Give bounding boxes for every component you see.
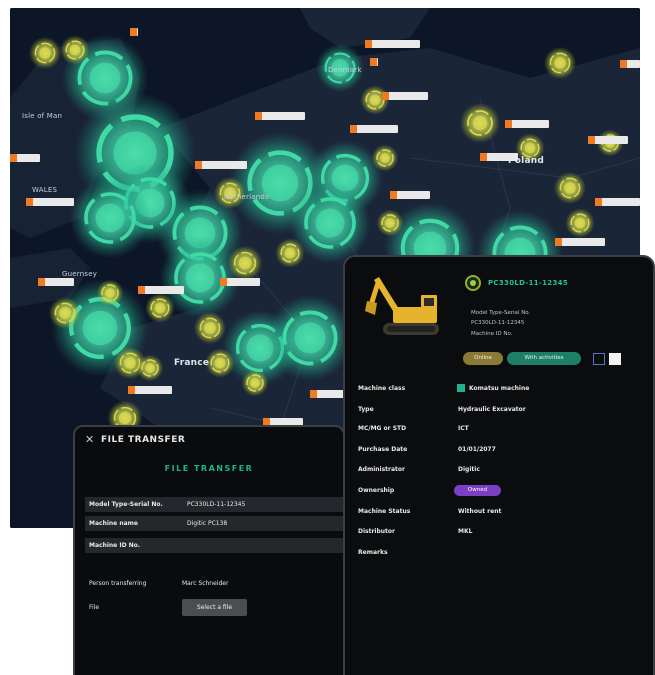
machine-subtitle-3: Machine ID No. xyxy=(471,331,513,337)
machine-pin[interactable] xyxy=(220,278,260,286)
info-row-value: PC330LD-11-12345 xyxy=(187,501,246,508)
cluster-marker[interactable] xyxy=(459,102,501,144)
map-label-4: Netherlands xyxy=(224,193,269,201)
file-transfer-panel: ✕ FILE TRANSFER FILE TRANSFER Model Type… xyxy=(73,425,345,675)
info-row-value: Digitic PC138 xyxy=(187,520,228,527)
field-label: Administrator xyxy=(358,466,405,473)
field-label: Purchase Date xyxy=(358,446,408,453)
cluster-marker[interactable] xyxy=(275,238,305,268)
person-value: Marc Schneider xyxy=(182,580,229,587)
field-value: Komatsu machine xyxy=(469,385,530,392)
machine-pin[interactable] xyxy=(195,161,247,169)
status-activities-badge: With activities xyxy=(507,352,581,365)
square-toggle-icon[interactable] xyxy=(593,353,605,365)
cluster-marker[interactable] xyxy=(227,245,263,281)
cluster-marker[interactable] xyxy=(136,354,164,382)
machine-subtitle-1: Model Type-Serial No. xyxy=(471,310,531,316)
person-label: Person transferring xyxy=(89,580,147,587)
machine-pin[interactable] xyxy=(128,386,172,394)
info-row: Machine name Digitic PC138 xyxy=(85,516,343,531)
cluster-marker[interactable] xyxy=(205,348,235,378)
machine-pin[interactable] xyxy=(620,60,640,68)
field-value: ICT xyxy=(458,425,469,432)
machine-pin[interactable] xyxy=(26,198,74,206)
field-value: 01/01/2077 xyxy=(458,446,496,453)
select-file-button[interactable]: Select a file xyxy=(182,599,247,616)
cluster-marker[interactable] xyxy=(376,209,404,237)
plus-icon[interactable] xyxy=(609,353,621,365)
close-icon[interactable]: ✕ xyxy=(85,433,94,446)
cluster-marker[interactable] xyxy=(553,171,587,205)
field-value: Without rent xyxy=(458,508,502,515)
checkbox-icon xyxy=(457,384,465,392)
cluster-marker[interactable] xyxy=(60,35,90,65)
field-label: Remarks xyxy=(358,549,388,556)
field-label: Machine class xyxy=(358,385,406,392)
machine-pin[interactable] xyxy=(130,28,138,36)
machine-name: PC330LD-11-12345 xyxy=(488,279,568,287)
status-online-badge: Online xyxy=(463,352,503,365)
cluster-marker[interactable] xyxy=(371,144,399,172)
cluster-marker[interactable] xyxy=(48,296,82,330)
machine-pin[interactable] xyxy=(555,238,605,246)
info-row: Machine ID No. xyxy=(85,538,343,553)
machine-pin[interactable] xyxy=(595,198,640,206)
map-label-1: Isle of Man xyxy=(22,112,63,120)
machine-pin[interactable] xyxy=(390,191,430,199)
info-row-label: Model Type-Serial No. xyxy=(89,501,163,508)
machine-pin[interactable] xyxy=(255,112,305,120)
info-row: Model Type-Serial No. PC330LD-11-12345 xyxy=(85,497,343,512)
field-value: MKL xyxy=(458,528,473,535)
cluster-marker[interactable] xyxy=(543,46,577,80)
field-label: Machine Status xyxy=(358,508,411,515)
field-value: Digitic xyxy=(458,466,480,473)
machine-detail-panel: PC330LD-11-12345 Model Type-Serial No. P… xyxy=(343,255,655,675)
machine-subtitle-2: PC330LD-11-12345 xyxy=(471,320,525,326)
cluster-marker[interactable] xyxy=(360,85,390,115)
machine-pin[interactable] xyxy=(505,120,549,128)
field-label: Type xyxy=(358,406,374,413)
window-title: FILE TRANSFER xyxy=(101,435,186,445)
panel-title: FILE TRANSFER xyxy=(164,464,254,473)
cluster-marker[interactable] xyxy=(565,208,595,238)
cluster-marker[interactable] xyxy=(69,177,151,259)
machine-pin[interactable] xyxy=(38,278,74,286)
machine-pin[interactable] xyxy=(350,125,398,133)
info-row-label: Machine name xyxy=(89,520,138,527)
cluster-marker[interactable] xyxy=(266,294,354,382)
machine-pin[interactable] xyxy=(138,286,184,294)
machine-pin[interactable] xyxy=(10,154,40,162)
map-label-2: WALES xyxy=(32,186,58,194)
field-label: Distributor xyxy=(358,528,396,535)
cluster-marker[interactable] xyxy=(241,369,269,397)
machine-pin[interactable] xyxy=(382,92,428,100)
map-label-0: Denmark xyxy=(328,66,362,74)
machine-status-icon xyxy=(465,275,481,291)
cluster-marker[interactable] xyxy=(96,279,124,307)
screenshot-stage: Denmark Isle of Man WALES Poland Netherl… xyxy=(0,0,655,675)
field-label: Ownership xyxy=(358,487,395,494)
cluster-marker[interactable] xyxy=(193,311,227,345)
field-value: Hydraulic Excavator xyxy=(458,406,526,413)
excavator-icon xyxy=(365,277,439,335)
ownership-badge: Owned xyxy=(454,485,501,496)
machine-pin[interactable] xyxy=(365,40,420,48)
map-label-5: Guernsey xyxy=(62,270,98,278)
file-label: File xyxy=(89,604,100,611)
machine-pin[interactable] xyxy=(480,153,518,161)
cluster-marker[interactable] xyxy=(28,36,62,70)
map-label-6: France xyxy=(174,358,210,368)
machine-pin[interactable] xyxy=(370,58,378,66)
field-label: MC/MG or STD xyxy=(358,425,407,432)
info-row-label: Machine ID No. xyxy=(89,542,141,549)
machine-pin[interactable] xyxy=(588,136,628,144)
cluster-marker[interactable] xyxy=(145,293,175,323)
